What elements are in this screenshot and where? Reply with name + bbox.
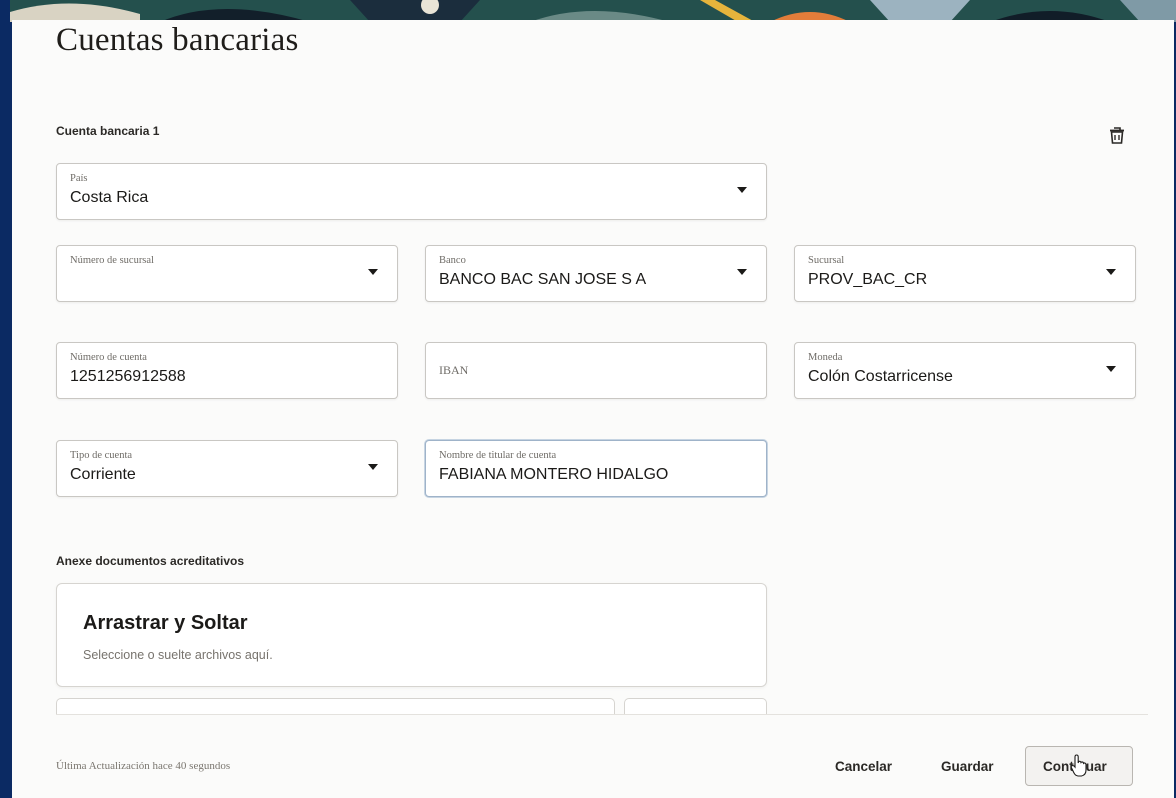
moneda-select[interactable]: Moneda Colón Costarricense <box>794 342 1136 399</box>
iban-field[interactable]: IBAN <box>425 342 767 399</box>
titular-value: FABIANA MONTERO HIDALGO <box>439 466 669 483</box>
chevron-down-icon <box>1106 269 1116 275</box>
save-button[interactable]: Guardar <box>941 759 994 774</box>
titular-field[interactable]: Nombre de titular de cuenta FABIANA MONT… <box>425 440 767 497</box>
tipo-cuenta-label: Tipo de cuenta <box>70 450 133 461</box>
partial-field[interactable] <box>56 698 615 714</box>
tipo-cuenta-select[interactable]: Tipo de cuenta Corriente <box>56 440 398 497</box>
file-dropzone[interactable]: Arrastrar y Soltar Seleccione o suelte a… <box>56 583 767 687</box>
moneda-label: Moneda <box>808 352 843 363</box>
chevron-down-icon <box>737 187 747 193</box>
dropzone-hint: Seleccione o suelte archivos aquí. <box>83 648 273 662</box>
chevron-down-icon <box>368 464 378 470</box>
chevron-down-icon <box>737 269 747 275</box>
hand-cursor-icon <box>1069 754 1089 783</box>
sucursal-value: PROV_BAC_CR <box>808 271 928 288</box>
titular-label: Nombre de titular de cuenta <box>439 450 557 461</box>
numero-cuenta-label: Número de cuenta <box>70 352 147 363</box>
numero-cuenta-value: 1251256912588 <box>70 368 186 385</box>
last-update-status: Última Actualización hace 40 segundos <box>56 760 231 772</box>
account-section-label: Cuenta bancaria 1 <box>56 124 160 138</box>
numero-sucursal-label: Número de sucursal <box>70 255 154 266</box>
iban-label: IBAN <box>439 363 469 377</box>
sucursal-select[interactable]: Sucursal PROV_BAC_CR <box>794 245 1136 302</box>
pais-select[interactable]: País Costa Rica <box>56 163 767 220</box>
chevron-down-icon <box>1106 366 1116 372</box>
tipo-cuenta-value: Corriente <box>70 466 136 483</box>
banco-value: BANCO BAC SAN JOSE S A <box>439 271 647 288</box>
dropzone-title: Arrastrar y Soltar <box>83 612 248 634</box>
page-title: Cuentas bancarias <box>56 22 299 58</box>
trash-icon[interactable] <box>1106 124 1128 146</box>
numero-sucursal-select[interactable]: Número de sucursal <box>56 245 398 302</box>
banco-label: Banco <box>439 255 466 266</box>
header-banner <box>10 0 1176 22</box>
chevron-down-icon <box>368 269 378 275</box>
cancel-button[interactable]: Cancelar <box>835 759 892 774</box>
pais-value: Costa Rica <box>70 189 149 206</box>
footer-divider <box>56 714 1148 715</box>
partial-field[interactable] <box>624 698 767 714</box>
moneda-value: Colón Costarricense <box>808 368 953 385</box>
numero-cuenta-field[interactable]: Número de cuenta 1251256912588 <box>56 342 398 399</box>
attachments-label: Anexe documentos acreditativos <box>56 554 245 568</box>
main-panel: Cuentas bancarias Cuenta bancaria 1 País… <box>12 20 1174 798</box>
sucursal-label: Sucursal <box>808 255 845 266</box>
banco-select[interactable]: Banco BANCO BAC SAN JOSE S A <box>425 245 767 302</box>
pais-label: País <box>70 173 88 184</box>
